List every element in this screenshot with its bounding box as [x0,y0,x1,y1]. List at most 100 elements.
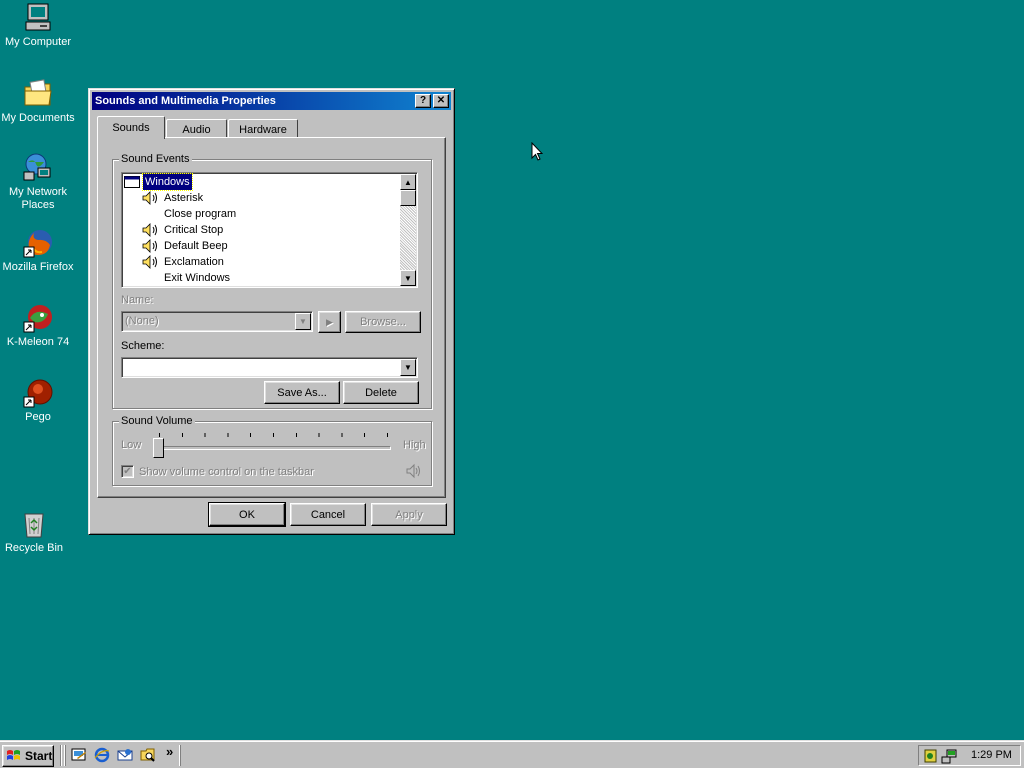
tab-label: Sounds [112,122,150,134]
cancel-button[interactable]: Cancel [290,503,366,526]
delete-button[interactable]: Delete [343,381,419,404]
ok-button[interactable]: OK [208,502,286,527]
browse-button-label: Browse... [360,316,406,328]
list-item[interactable]: Critical Stop [142,222,223,238]
help-icon: ? [419,95,427,106]
speaker-icon [142,223,157,237]
scheme-dropdown[interactable]: ▼ [121,357,418,378]
network-icon [23,153,51,181]
desktop-icon-label: My Computer [4,36,72,48]
save-as-button-label: Save As... [277,386,327,399]
tab-label: Audio [182,123,211,136]
volume-high-label: High [403,439,426,451]
close-icon: ✕ [436,95,446,106]
slider-thumb[interactable] [153,438,164,458]
list-item[interactable]: Close program [164,206,236,222]
sound-volume-label: Sound Volume [119,415,195,427]
scheme-label: Scheme: [121,340,165,352]
desktop-icon-label: My Network Places [8,186,68,211]
window-icon [124,176,140,188]
window-title: Sounds and Multimedia Properties [95,95,276,107]
desktop-icon-label: Pego [25,411,51,423]
desktop-icon-my-documents[interactable]: My Documents [0,78,76,125]
tab-label: Hardware [239,123,287,136]
tab-audio[interactable]: Audio [166,119,227,139]
taskbar-separator [60,745,62,766]
list-item[interactable]: Default Beep [142,238,228,254]
list-item[interactable]: Asterisk [142,190,203,206]
internet-explorer-icon[interactable] [94,747,110,763]
outlook-express-icon[interactable] [117,747,133,763]
list-item[interactable]: Windows [124,173,193,191]
my-computer-icon [25,3,51,31]
scroll-up-button[interactable]: ▲ [400,174,416,190]
tray-app-icon[interactable] [923,748,939,764]
start-button[interactable]: Start [2,745,54,767]
speaker-icon [142,239,157,253]
name-dropdown[interactable]: (None) ▼ [121,311,313,332]
list-item-label: Default Beep [164,240,228,252]
taskbar-separator [64,745,66,766]
apply-button[interactable]: Apply [371,503,447,526]
arrow-up-icon: ▲ [404,177,412,187]
tab-hardware[interactable]: Hardware [228,119,298,139]
list-item-label: Exit Windows [164,272,231,284]
volume-low-label: Low [121,439,142,451]
check-icon: ✔ [123,466,132,477]
sound-events-list[interactable]: Windows Asterisk Close program Critical … [121,172,418,288]
desktop-icon-k-meleon[interactable]: K-Meleon 74 [0,302,76,349]
cancel-button-label: Cancel [310,508,346,521]
close-button[interactable]: ✕ [433,94,449,108]
taskbar: Start » 1:29 PM [0,740,1024,768]
help-button[interactable]: ? [415,94,431,108]
desktop-icon-recycle-bin[interactable]: Recycle Bin [0,508,72,555]
sounds-tab-panel: Sound Events Windows Asterisk Close prog… [97,137,446,498]
volume-slider[interactable] [153,430,393,460]
speaker-icon [406,463,420,479]
desktop-icon-my-computer[interactable]: My Computer [0,2,76,49]
desktop-icon-label: My Documents [1,112,75,124]
scroll-down-button[interactable]: ▼ [400,270,416,286]
slider-track [155,446,391,450]
recycle-bin-icon [24,513,44,538]
list-item-label: Windows [142,173,193,191]
taskbar-separator [179,745,181,766]
mouse-cursor-icon [531,142,543,161]
show-volume-checkbox[interactable]: ✔ [121,465,134,478]
window-title-bar[interactable]: Sounds and Multimedia Properties ? ✕ [92,92,451,110]
speaker-icon [142,255,157,269]
start-label: Start [25,749,53,763]
list-item-label: Asterisk [164,192,204,204]
show-desktop-icon[interactable] [71,747,87,763]
desktop-icon-mozilla-firefox[interactable]: Mozilla Firefox [0,227,76,274]
list-item-label: Close program [164,208,237,220]
list-item-label: Exclamation [164,256,224,268]
save-as-button[interactable]: Save As... [264,381,340,404]
windows-logo-icon [7,750,20,760]
show-volume-label: Show volume control on the taskbar [139,466,314,478]
name-label: Name: [121,294,154,306]
desktop-icon-my-network-places[interactable]: My Network Places [0,152,76,212]
ok-button-label: OK [239,508,255,521]
tab-sounds[interactable]: Sounds [97,116,165,139]
scroll-thumb[interactable] [400,190,416,206]
arrow-down-icon: ▼ [404,273,412,283]
desktop-icon-pego[interactable]: Pego [0,377,76,424]
desktop-icon-label: Recycle Bin [4,542,64,554]
folder-icon [24,79,52,106]
chevron-down-icon: ▼ [400,359,416,376]
play-button[interactable]: ▶ [318,311,341,333]
vertical-scrollbar[interactable]: ▲ ▼ [400,174,416,286]
apply-button-label: Apply [395,508,423,521]
list-item[interactable]: Exit Windows [164,270,230,286]
sound-events-group: Sound Events Windows Asterisk Close prog… [112,153,432,409]
network-tray-icon[interactable] [941,748,957,764]
clock[interactable]: 1:29 PM [971,749,1012,761]
slider-ticks [159,433,388,437]
windows-explorer-icon[interactable] [140,747,156,763]
browse-button[interactable]: Browse... [345,311,421,333]
list-item[interactable]: Exclamation [142,254,224,270]
play-icon: ▶ [326,316,333,327]
sound-volume-group: Sound Volume Low High ✔ Show volume cont… [112,415,432,486]
quick-launch-more-button[interactable]: » [166,744,173,759]
